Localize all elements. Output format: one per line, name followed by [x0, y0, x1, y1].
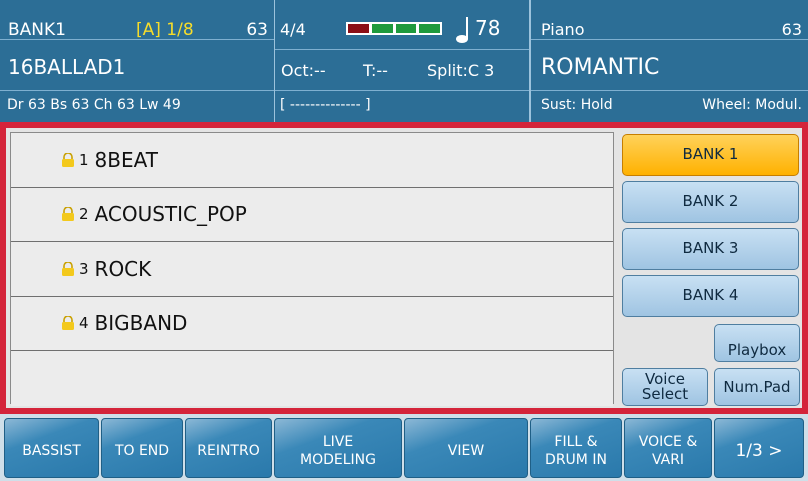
bank-1-button[interactable]: BANK 1	[622, 134, 799, 176]
playbox-button[interactable]: Playbox	[714, 324, 800, 362]
bank-selector: BANK 1 BANK 2 BANK 3 BANK 4 Playbox Voic…	[622, 132, 802, 406]
list-item[interactable]: 3 ROCK	[11, 242, 613, 297]
divider	[531, 90, 808, 91]
list-item[interactable]: 2 ACOUSTIC_POP	[11, 187, 613, 242]
lyric-field: [ -------------- ]	[280, 97, 371, 113]
lock-icon	[62, 152, 74, 167]
reintro-button[interactable]: REINTRO	[185, 418, 272, 478]
voice-vari-label-2: VARI	[651, 452, 685, 468]
sequence-indicator: [A] 1/8	[136, 20, 194, 40]
instrument-category: Piano	[541, 20, 585, 39]
fill-label-2: DRUM IN	[545, 452, 607, 468]
meter-segment	[419, 24, 440, 33]
divider	[275, 90, 529, 91]
divider	[0, 39, 274, 40]
to-end-button[interactable]: TO END	[101, 418, 183, 478]
voice-select-button[interactable]: Voice Select	[622, 368, 708, 406]
style-number: 63	[246, 20, 268, 40]
meter-segment	[371, 24, 393, 33]
tempo-value: 78	[475, 16, 501, 40]
octave-value: Oct:--	[281, 61, 326, 80]
styles-list: 1 8BEAT 2 ACOUSTIC_POP 3 ROCK 4 BIGBAND	[10, 132, 614, 406]
divider	[0, 90, 274, 91]
voice-select-label-2: Select	[641, 385, 689, 403]
meter-segment	[348, 24, 369, 33]
transpose-value: T:--	[363, 61, 388, 80]
list-item-index: 1	[79, 150, 89, 169]
list-item[interactable]: 1 8BEAT	[11, 133, 613, 188]
fill-label-1: FILL &	[554, 434, 598, 450]
bassist-button[interactable]: BASSIST	[4, 418, 99, 478]
live-modeling-button[interactable]: LIVE MODELING	[274, 418, 402, 478]
bank-3-button[interactable]: BANK 3	[622, 228, 799, 270]
lock-icon	[62, 261, 74, 276]
style-browser-frame: 1 8BEAT 2 ACOUSTIC_POP 3 ROCK 4 BIGBAND …	[0, 122, 808, 414]
list-item[interactable]: 4 BIGBAND	[11, 296, 613, 351]
list-item-name: ROCK	[94, 256, 152, 281]
style-info-panel[interactable]: BANK1 [A] 1/8 63 16BALLAD1 Dr 63 Bs 63 C…	[0, 0, 274, 122]
voice-name: ROMANTIC	[541, 55, 660, 80]
bank-4-button[interactable]: BANK 4	[622, 275, 799, 317]
list-item-name: BIGBAND	[94, 311, 188, 336]
level-meter	[346, 22, 442, 35]
split-value: Split:C 3	[427, 61, 495, 80]
softkey-bar: BASSIST TO END REINTRO LIVE MODELING VIE…	[0, 414, 808, 481]
num-pad-button[interactable]: Num.Pad	[714, 368, 800, 406]
list-item-index: 3	[79, 259, 89, 278]
view-button[interactable]: VIEW	[404, 418, 528, 478]
lock-icon	[62, 316, 74, 331]
live-modeling-label-2: MODELING	[300, 452, 376, 468]
list-item-name: 8BEAT	[94, 147, 158, 172]
live-modeling-label-1: LIVE	[322, 434, 354, 450]
fill-drum-in-button[interactable]: FILL & DRUM IN	[530, 418, 622, 478]
time-signature: 4/4	[280, 20, 306, 39]
list-item[interactable]	[11, 351, 613, 406]
voice-info-panel[interactable]: Piano 63 ROMANTIC Sust: Hold Wheel: Modu…	[529, 0, 808, 122]
tempo-panel[interactable]: 4/4 78 Oct:-- T:-- Split:C 3 [ ---------…	[274, 0, 529, 122]
page-next-button[interactable]: 1/3 >	[714, 418, 804, 478]
lock-icon	[62, 207, 74, 222]
meter-segment	[395, 24, 417, 33]
list-item-index: 4	[79, 314, 89, 333]
quarter-note-icon	[456, 17, 468, 43]
wheel-status: Wheel: Modul.	[702, 97, 802, 113]
divider	[275, 49, 529, 50]
divider	[531, 39, 808, 40]
list-item-name: ACOUSTIC_POP	[94, 202, 247, 227]
sustain-status: Sust: Hold	[541, 97, 613, 113]
style-browser: 1 8BEAT 2 ACOUSTIC_POP 3 ROCK 4 BIGBAND …	[6, 128, 802, 408]
bank-label: BANK1	[8, 20, 66, 40]
voice-vari-button[interactable]: VOICE & VARI	[624, 418, 712, 478]
voice-vari-label-1: VOICE &	[638, 434, 698, 450]
list-item-index: 2	[79, 205, 89, 224]
instrument-number: 63	[781, 20, 802, 39]
bank-2-button[interactable]: BANK 2	[622, 181, 799, 223]
parts-volume: Dr 63 Bs 63 Ch 63 Lw 49	[7, 97, 181, 113]
style-name: 16BALLAD1	[8, 55, 126, 79]
